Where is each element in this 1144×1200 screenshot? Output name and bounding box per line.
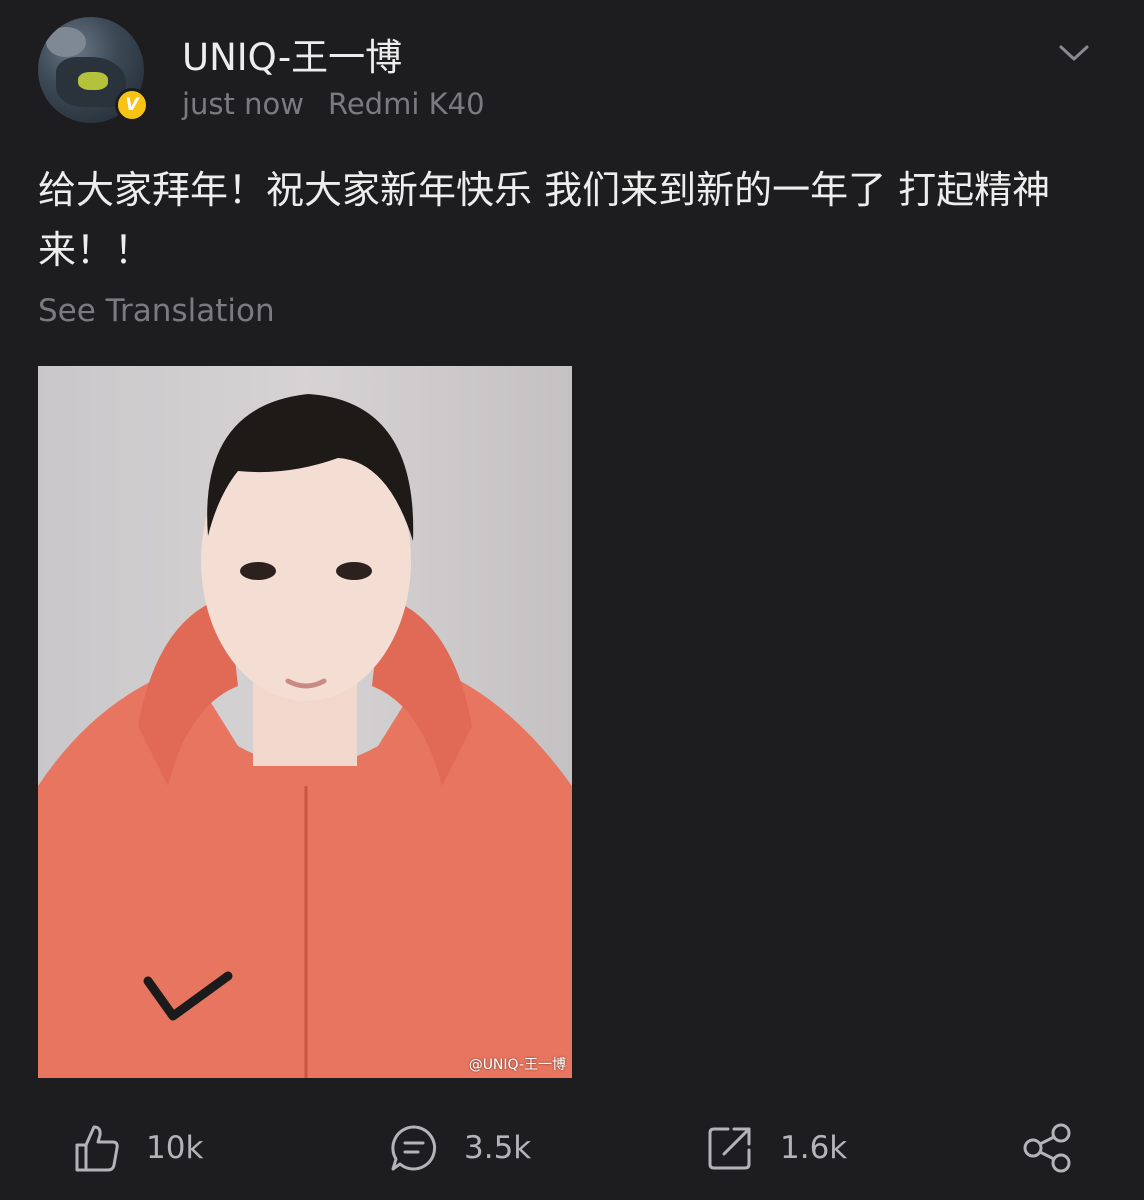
thumbs-up-icon — [75, 1125, 119, 1172]
avatar-helmet — [78, 72, 108, 90]
share-button[interactable] — [1022, 1118, 1072, 1178]
like-button[interactable]: 10k — [74, 1118, 203, 1178]
comment-icon — [391, 1125, 437, 1171]
see-translation-link[interactable]: See Translation — [38, 293, 275, 329]
repost-icon — [708, 1127, 751, 1170]
image-watermark: @UNIQ-王一博 — [468, 1057, 566, 1073]
portrait-illustration — [38, 394, 572, 1078]
post-image[interactable]: @UNIQ-王一博 — [38, 366, 572, 1078]
comment-count: 3.5k — [464, 1130, 532, 1166]
repost-count: 1.6k — [780, 1130, 848, 1166]
action-bar: 10k 3.5k 1.6k — [0, 1118, 1144, 1178]
chevron-down-icon[interactable] — [1056, 38, 1092, 68]
like-count: 10k — [146, 1130, 204, 1166]
post-meta: just now Redmi K40 — [182, 87, 485, 121]
share-icon — [1023, 1123, 1071, 1173]
avatar-background — [46, 27, 86, 57]
weibo-post: V UNIQ-王一博 just now Redmi K40 给大家拜年！祝大家新年… — [0, 0, 1144, 1200]
device-name: Redmi K40 — [327, 87, 485, 121]
comment-button[interactable]: 3.5k — [390, 1118, 531, 1178]
repost-button[interactable]: 1.6k — [706, 1118, 847, 1178]
timestamp: just now — [182, 87, 304, 121]
verified-badge-icon: V — [115, 88, 149, 122]
username[interactable]: UNIQ-王一博 — [182, 27, 402, 81]
post-text: 给大家拜年！祝大家新年快乐 我们来到新的一年了 打起精神来！！ — [38, 168, 1051, 272]
